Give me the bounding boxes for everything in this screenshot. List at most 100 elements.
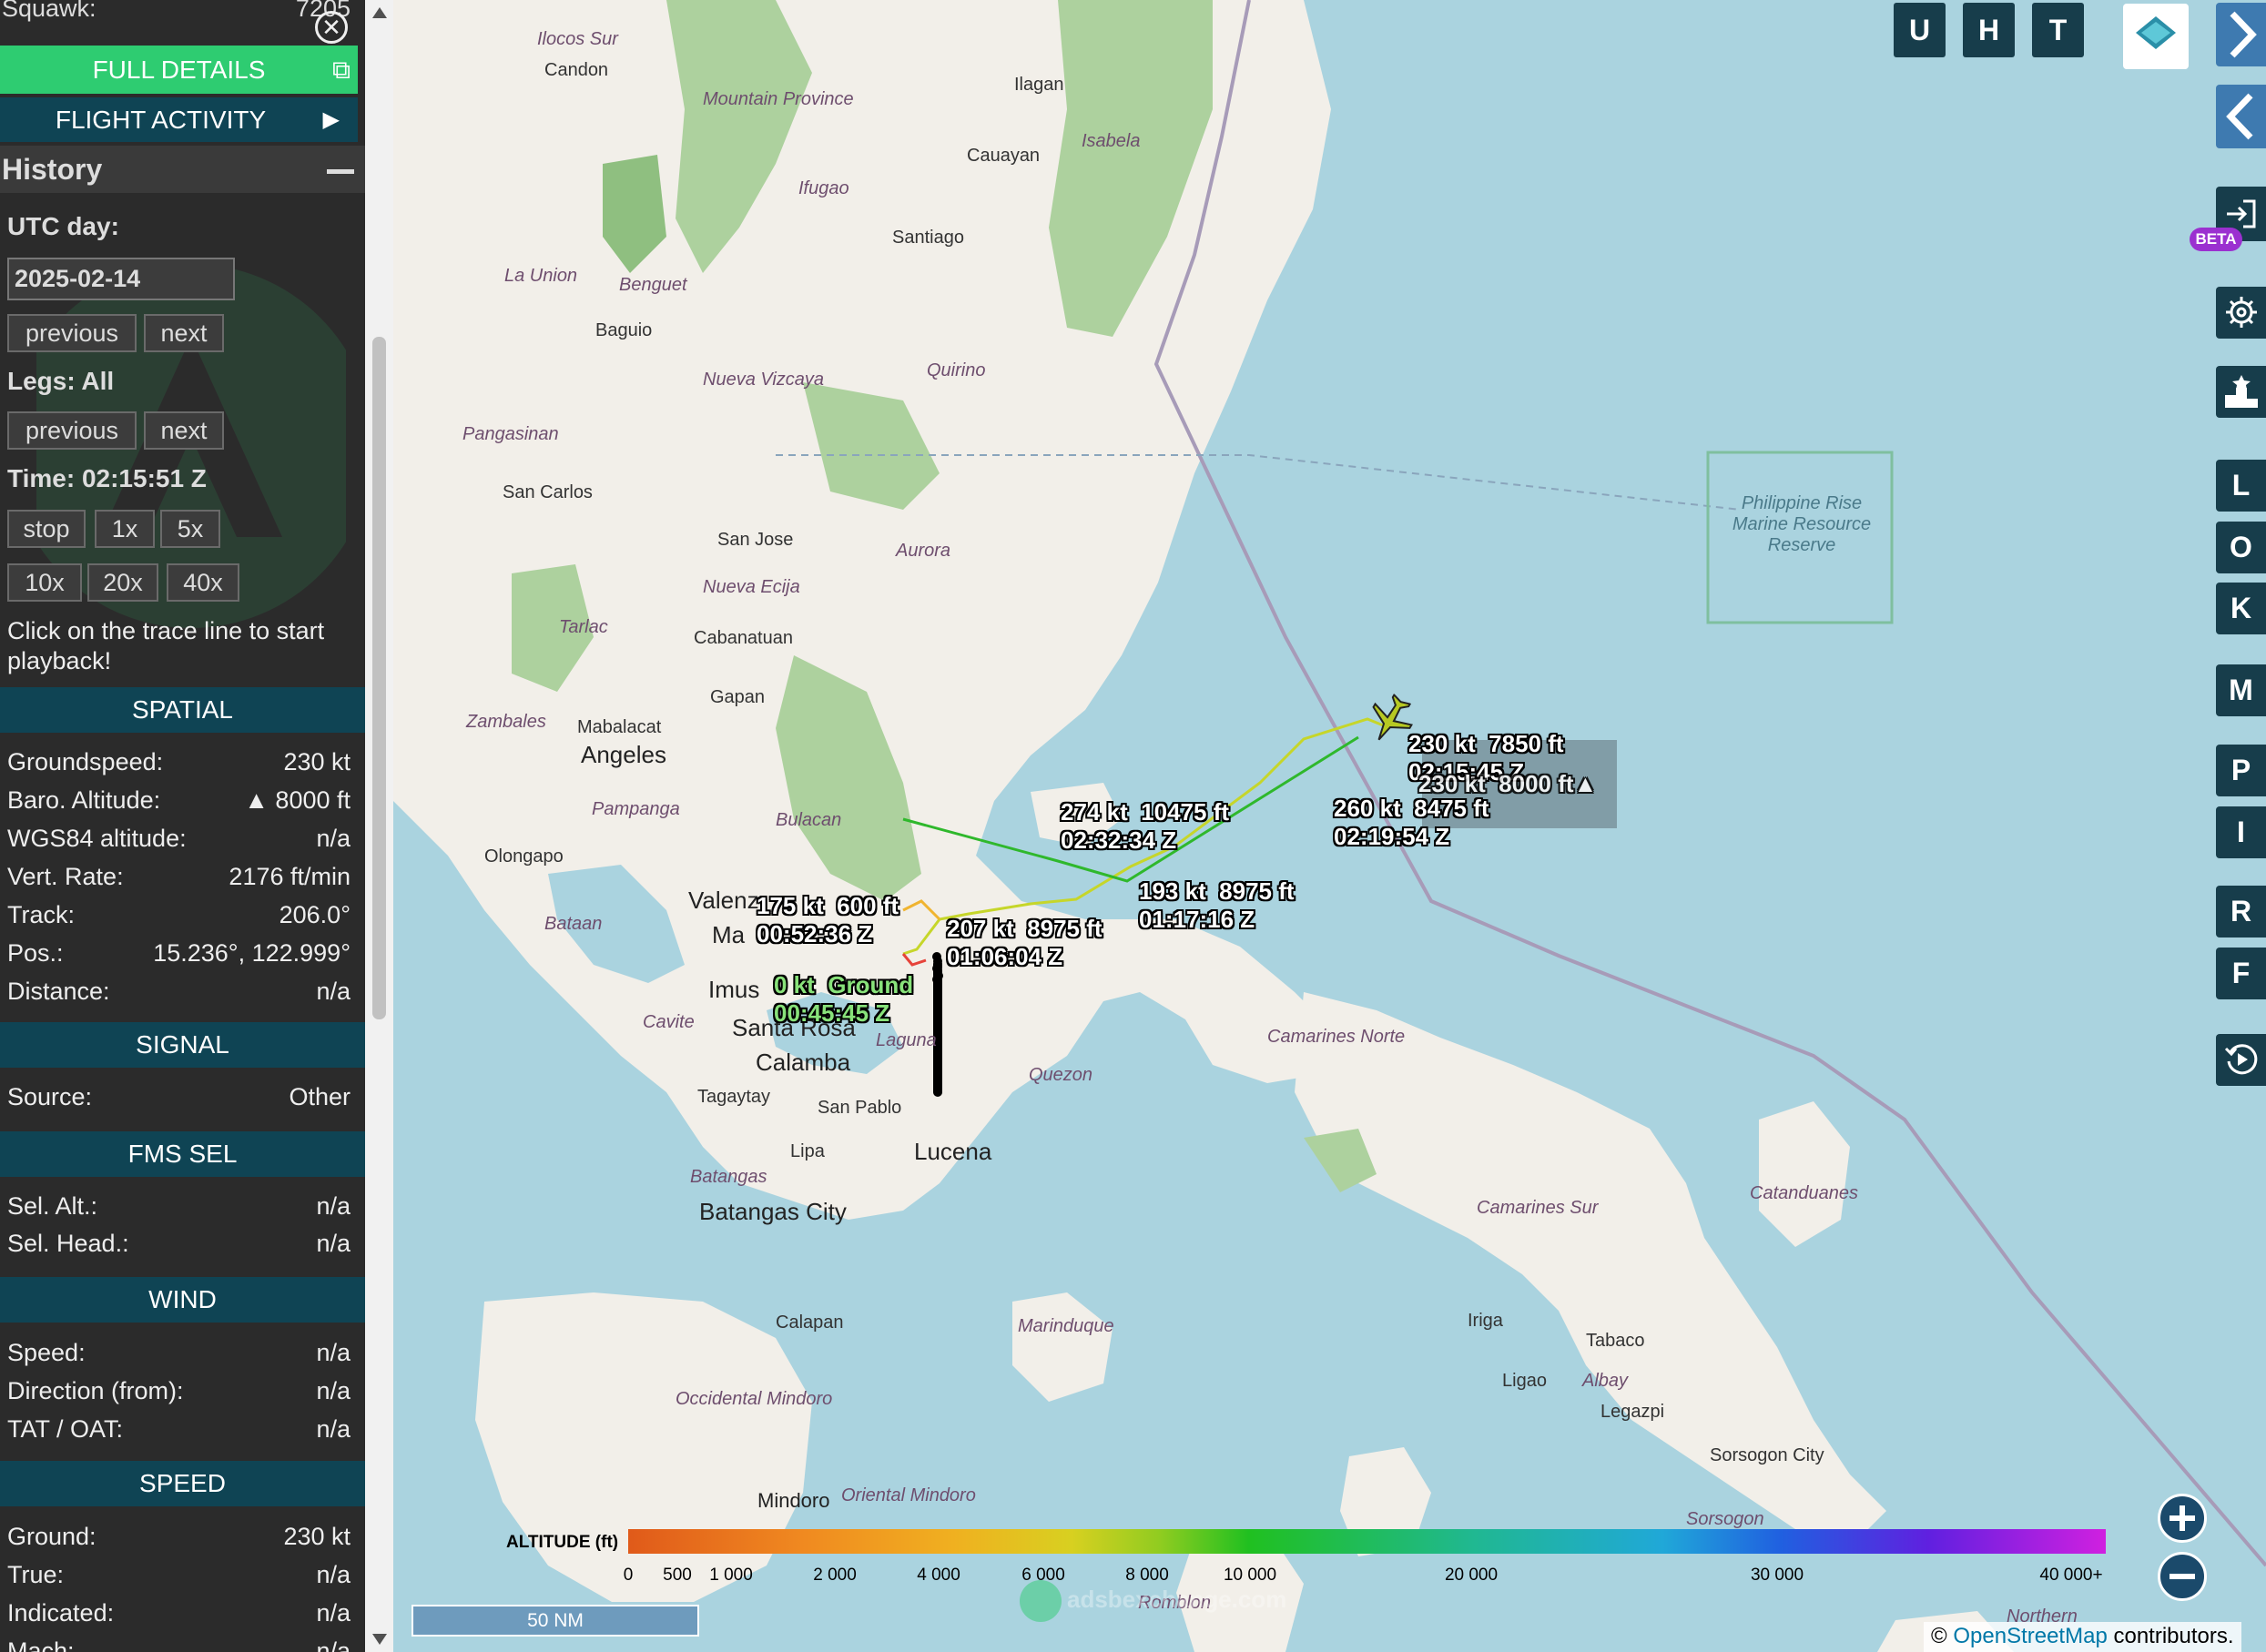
flight-activity-button[interactable]: FLIGHT ACTIVITY ▶ (0, 97, 358, 142)
scroll-up-arrow-icon[interactable] (372, 7, 387, 18)
leg-next-button[interactable]: next (144, 411, 224, 450)
zoom-out-button[interactable] (2158, 1552, 2207, 1601)
place-label: Nueva Ecija (703, 577, 800, 597)
replay-button[interactable] (2216, 1034, 2266, 1086)
toggle-o-button[interactable]: O (2216, 522, 2266, 573)
place-label: Camarines Sur (1477, 1198, 1599, 1218)
history-header[interactable]: History (0, 146, 365, 193)
toggle-p-button[interactable]: P (2216, 745, 2266, 796)
vert-rate-row: Vert. Rate: 2176 ft/min (0, 859, 365, 896)
track-label: 260 kt 8475 ft 02:19:54 Z (1334, 795, 1489, 850)
place-label: Marinduque (1018, 1316, 1114, 1336)
signal-section-header[interactable]: SIGNAL (0, 1022, 365, 1068)
distance-row: Distance: n/a (0, 974, 365, 1010)
tat-oat-label: TAT / OAT: (7, 1415, 124, 1443)
podium-icon (2224, 375, 2258, 408)
track-label: 193 kt 8975 ft 01:17:16 Z (1139, 877, 1295, 933)
altitude-tick: 4 000 (917, 1566, 960, 1585)
place-label: Sorsogon City (1710, 1445, 1824, 1465)
toggle-l-button[interactable]: L (2216, 460, 2266, 512)
place-label: Mindoro (757, 1489, 830, 1512)
toggle-t-button[interactable]: T (2032, 3, 2084, 57)
speed-section-header[interactable]: SPEED (0, 1461, 365, 1506)
groundspeed-label: Groundspeed: (7, 748, 164, 775)
place-label: Lipa (790, 1141, 825, 1161)
tat-oat-row: TAT / OAT: n/a (0, 1412, 365, 1448)
spatial-section-header[interactable]: SPATIAL (0, 687, 365, 733)
utc-day-input[interactable] (7, 258, 235, 300)
place-label: Bataan (544, 914, 603, 934)
utc-day-label: UTC day: (7, 212, 119, 240)
full-details-button[interactable]: FULL DETAILS ⧉ (0, 46, 358, 94)
source-row: Source: Other (0, 1079, 365, 1116)
speed-5x-button[interactable]: 5x (160, 510, 220, 548)
toggle-r-button[interactable]: R (2216, 886, 2266, 937)
day-previous-button[interactable]: previous (7, 314, 137, 352)
track-label: 175 kt 600 ft 00:52:36 Z (757, 892, 899, 948)
fms-sel-section-header[interactable]: FMS SEL (0, 1131, 365, 1177)
place-label: Ilocos Sur (537, 29, 618, 49)
collapse-panel-button[interactable] (2216, 85, 2266, 148)
squawk-label: Squawk: (2, 0, 97, 22)
scroll-down-arrow-icon[interactable] (372, 1634, 387, 1645)
toggle-m-button[interactable]: M (2216, 664, 2266, 716)
toggle-u-button[interactable]: U (1894, 3, 1946, 57)
map-view[interactable]: Ilocos Sur Candon Mountain Province Ilag… (393, 0, 2266, 1652)
place-label: Candon (544, 60, 609, 80)
stats-button[interactable] (2216, 366, 2266, 418)
layers-button[interactable] (2123, 4, 2189, 69)
wind-speed-label: Speed: (7, 1339, 86, 1366)
settings-button[interactable] (2216, 287, 2266, 339)
toggle-i-button[interactable]: I (2216, 806, 2266, 858)
mach-label: Mach: (7, 1637, 75, 1652)
groundspeed-value: 230 kt (283, 748, 351, 775)
collapse-icon[interactable] (327, 169, 354, 174)
toggle-f-button[interactable]: F (2216, 948, 2266, 999)
speed-40x-button[interactable]: 40x (167, 563, 239, 602)
baro-altitude-row: Baro. Altitude: ▲ 8000 ft (0, 783, 365, 819)
place-label: Lucena (914, 1138, 992, 1165)
attribution-copyright: © (1931, 1624, 1947, 1648)
indicated-speed-row: Indicated: n/a (0, 1596, 365, 1632)
scrollbar-thumb[interactable] (372, 337, 386, 1019)
stop-button[interactable]: stop (7, 510, 86, 548)
place-label: Zambales (466, 712, 546, 732)
map-attribution: © OpenStreetMap contributors. (1924, 1622, 2241, 1652)
zoom-in-button[interactable] (2158, 1494, 2207, 1543)
legs-label: Legs: All (7, 367, 115, 395)
speed-20x-button[interactable]: 20x (87, 563, 158, 602)
playback-hint: Click on the trace line to start playbac… (7, 617, 325, 674)
toggle-h-button[interactable]: H (1963, 3, 2015, 57)
track-label: 0 kt Ground 00:45:45 Z (774, 971, 914, 1027)
place-label: Cauayan (967, 146, 1041, 166)
close-icon[interactable]: ✕ (315, 11, 348, 44)
openstreetmap-link[interactable]: OpenStreetMap (1953, 1624, 2107, 1648)
place-label: Batangas (690, 1167, 767, 1187)
aircraft-marker-icon[interactable] (1366, 693, 1415, 749)
day-next-button[interactable]: next (144, 314, 224, 352)
altitude-tick: 2 000 (813, 1566, 857, 1585)
sel-head-value: n/a (316, 1230, 351, 1257)
full-details-label: FULL DETAILS (92, 56, 266, 84)
place-label: Tabaco (1586, 1331, 1645, 1351)
place-label: Isabela (1082, 131, 1141, 151)
wind-section-header[interactable]: WIND (0, 1277, 365, 1323)
position-value: 15.236°, 122.999° (153, 939, 351, 967)
reserve-label: Philippine Rise Marine Resource Reserve (1732, 493, 1872, 555)
place-label: Iriga (1468, 1311, 1503, 1331)
sel-head-row: Sel. Head.: n/a (0, 1226, 365, 1262)
place-label: Catanduanes (1750, 1183, 1858, 1203)
speed-1x-button[interactable]: 1x (95, 510, 155, 548)
attribution-suffix: contributors. (2113, 1624, 2234, 1648)
chevron-left-icon (2226, 93, 2253, 140)
speed-10x-button[interactable]: 10x (7, 563, 82, 602)
track-point (933, 1088, 942, 1097)
expand-panel-button[interactable] (2216, 3, 2266, 66)
place-label: Santiago (892, 228, 964, 248)
groundspeed-row: Groundspeed: 230 kt (0, 745, 365, 781)
toggle-k-button[interactable]: K (2216, 583, 2266, 634)
leg-previous-button[interactable]: previous (7, 411, 137, 450)
place-label: Occidental Mindoro (676, 1389, 833, 1409)
sidebar-scrollbar[interactable] (365, 0, 393, 1652)
ground-speed-row: Ground: 230 kt (0, 1519, 365, 1556)
